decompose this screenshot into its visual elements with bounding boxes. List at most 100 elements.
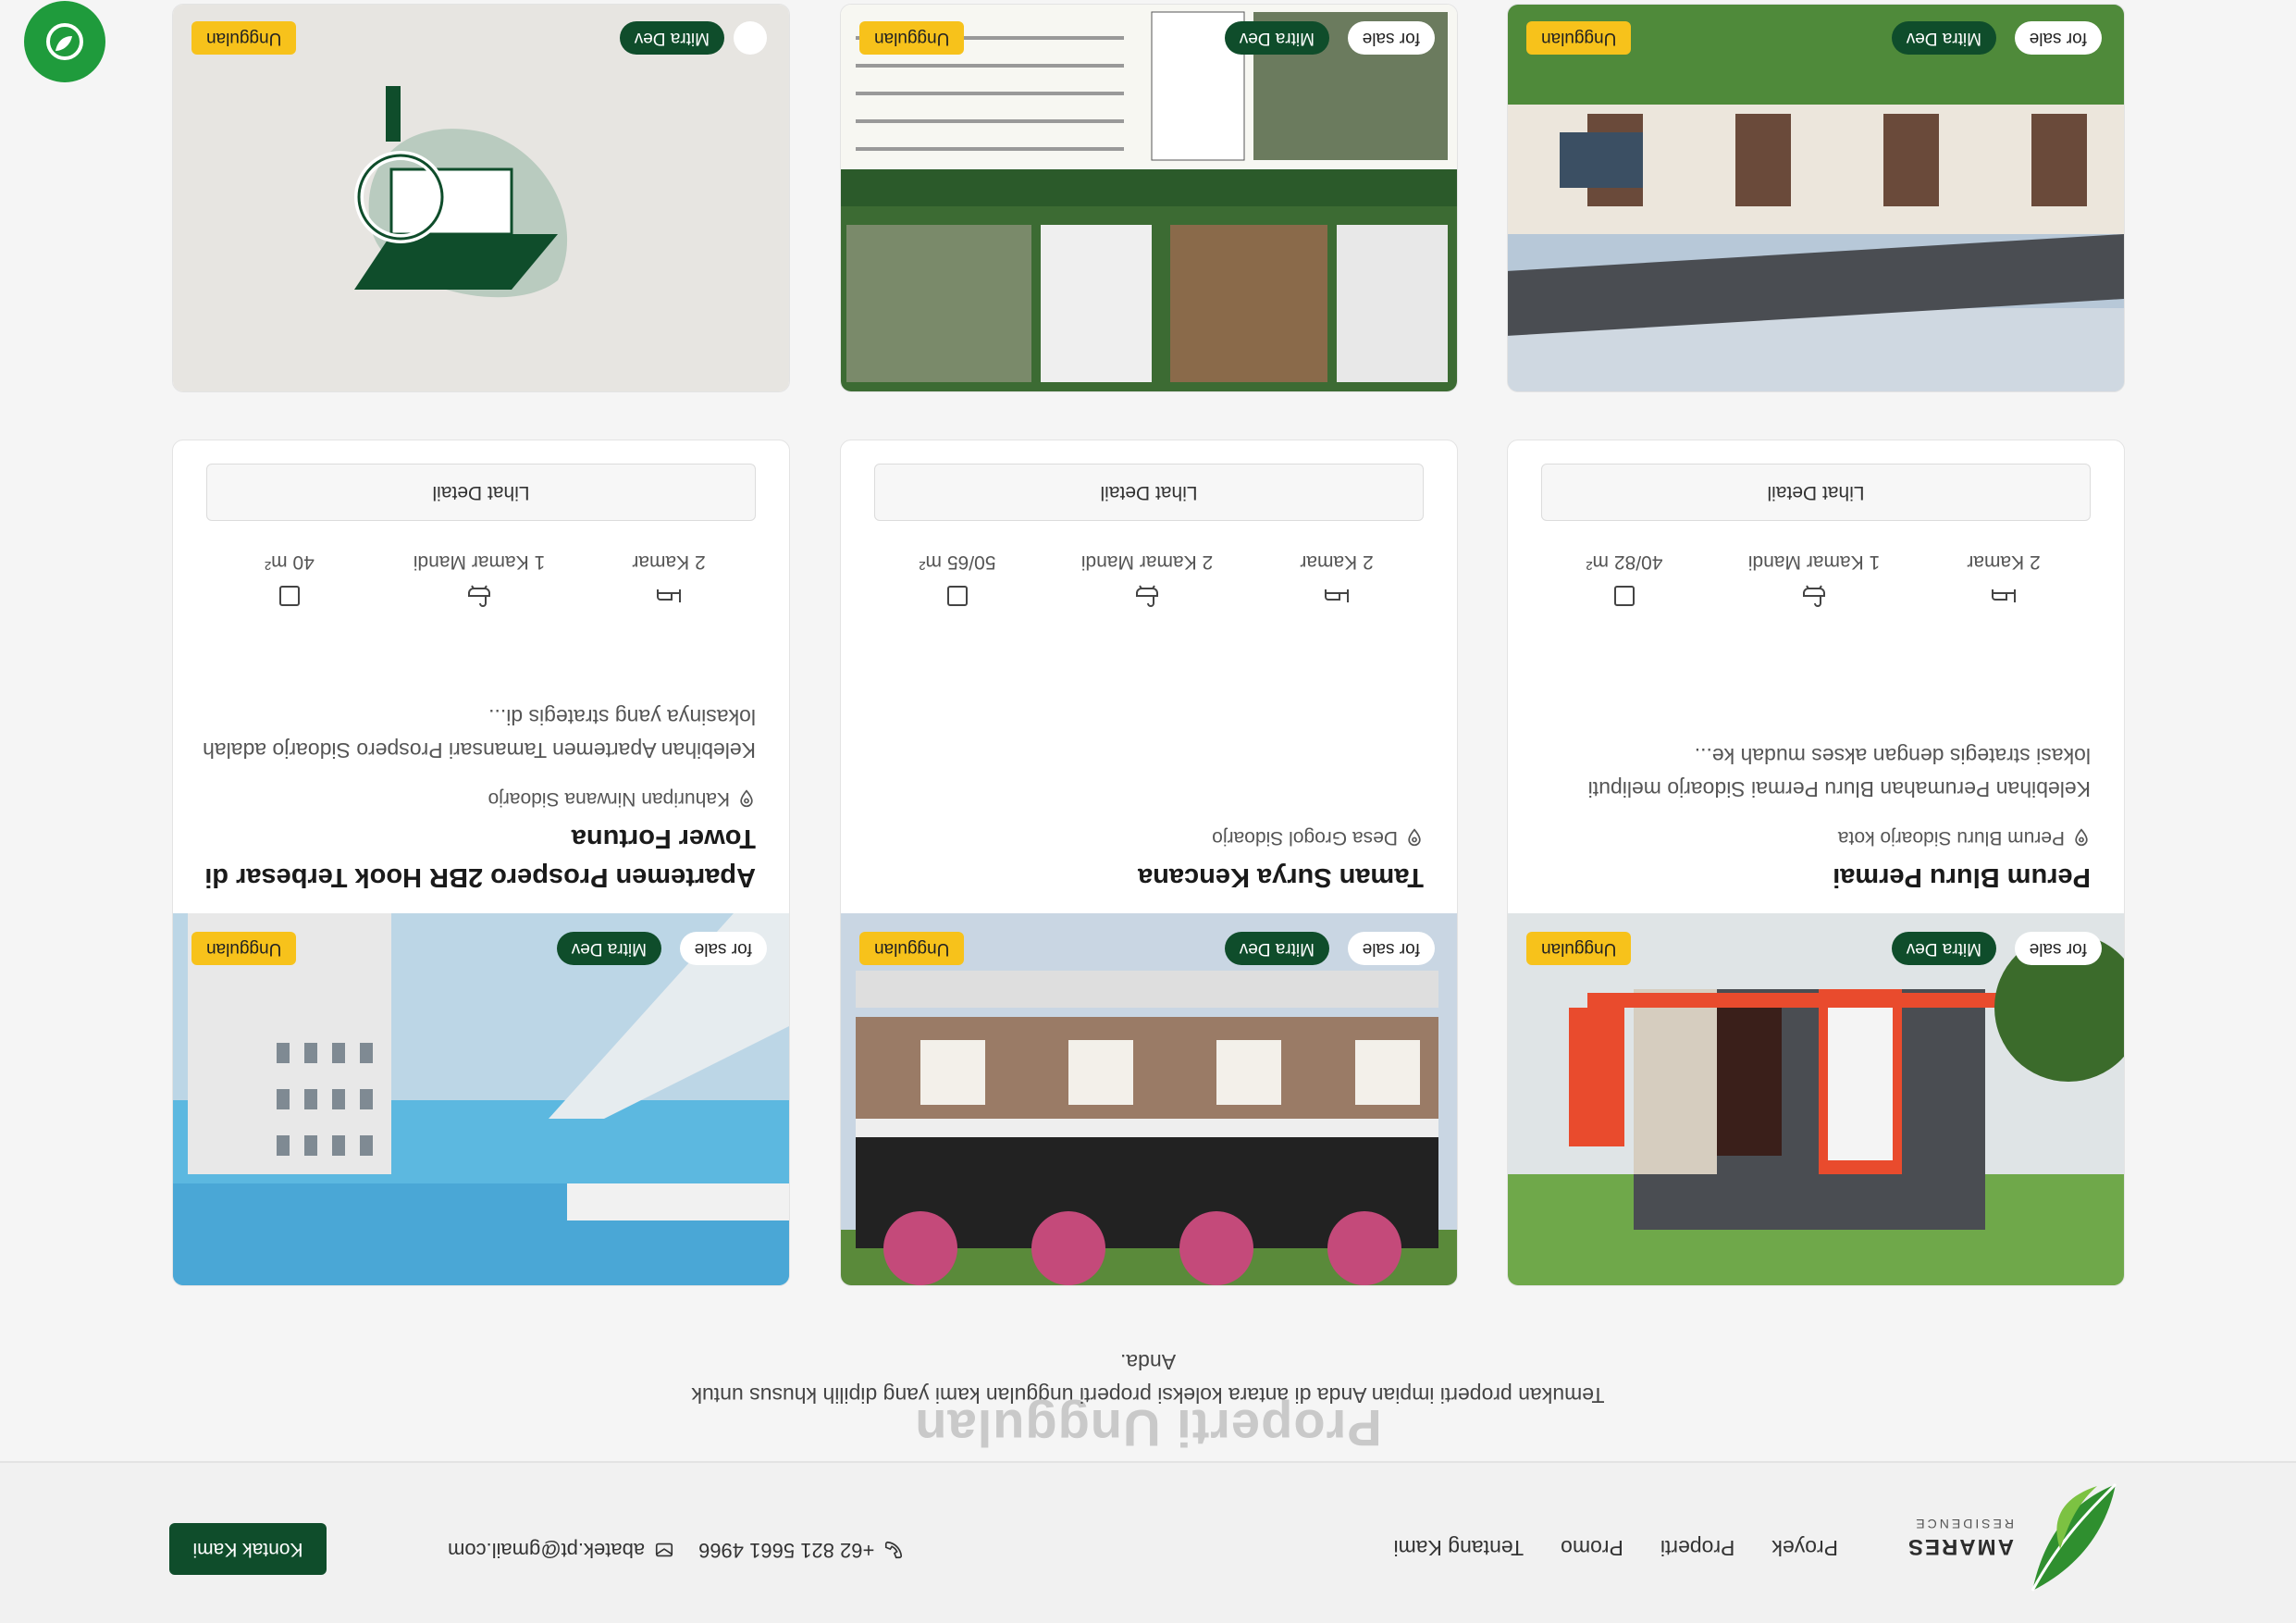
nav-tentang-kami[interactable]: Tentang Kami [1393, 1535, 1524, 1560]
house-photo [1507, 913, 2124, 1285]
bathrooms-text: 1 Kamar Mandi [413, 551, 546, 573]
logo-name: AMARES [1906, 1534, 2014, 1559]
property-title[interactable]: Taman Surya Kencana [869, 858, 1424, 897]
brand-logo[interactable]: AMARES RESIDENCE [1907, 1475, 2125, 1595]
mitra-dev-badge: Mitra Dev [1891, 932, 1996, 965]
for-sale-badge: for sale [679, 932, 767, 965]
property-location: Desa Grogol Sidoarjo [869, 826, 1424, 849]
bed-icon [1325, 589, 1349, 602]
house-photo [840, 913, 1457, 1285]
area-square-icon [1614, 586, 1635, 606]
phone-contact[interactable]: +62 821 5661 4966 [698, 1538, 904, 1562]
contact-info: +62 821 5661 4966 abatek.pt@gmail.com [448, 1538, 904, 1562]
property-specs: 2 Kamar 2 Kamar Mandi 50/65 m² [865, 551, 1429, 610]
map-pin-icon [2075, 828, 2088, 847]
for-sale-badge: for sale [2014, 932, 2102, 965]
bed-icon [1992, 589, 2016, 602]
section-subtitle: Temukan properti impian Anda di antara k… [691, 1350, 1605, 1407]
unggulan-badge: Unggulan [1526, 932, 1632, 965]
spec-bathrooms: 1 Kamar Mandi [1722, 551, 1907, 610]
bathrooms-text: 2 Kamar Mandi [1080, 551, 1214, 573]
mitra-dev-badge: Mitra Dev [556, 932, 661, 965]
property-location: Perum Bluru Sidoarjo kota [1536, 826, 2091, 849]
logo-sub: RESIDENCE [1913, 1517, 2014, 1531]
brochure-image [840, 4, 1457, 391]
bed-icon [657, 589, 681, 602]
area-text: 40 m² [265, 551, 315, 573]
location-text: Perum Bluru Sidoarjo kota [1837, 827, 2065, 849]
bath-icon [1136, 585, 1158, 607]
property-title[interactable]: Apartemen Prospero 2BR Hook Terbesar di … [201, 819, 756, 897]
property-card[interactable]: for sale Mitra Dev Unggulan Apartemen Pr… [172, 440, 790, 1286]
nav-promo[interactable]: Promo [1561, 1535, 1623, 1560]
card-body: Apartemen Prospero 2BR Hook Terbesar di … [201, 700, 756, 897]
house-row-photo [1507, 4, 2124, 391]
property-card-partial[interactable]: Mitra Dev Unggulan [172, 4, 790, 392]
location-text: Desa Grogol Sidoarjo [1212, 827, 1398, 849]
bath-icon [1803, 585, 1825, 607]
property-specs: 2 Kamar 1 Kamar Mandi 40/82 m² [1532, 551, 2096, 610]
for-sale-badge: for sale [1347, 21, 1435, 55]
email-contact[interactable]: abatek.pt@gmail.com [448, 1538, 674, 1562]
spec-bathrooms: 2 Kamar Mandi [1055, 551, 1240, 610]
property-image[interactable]: for sale Mitra Dev Unggulan [840, 4, 1457, 391]
property-image[interactable]: for sale Mitra Dev Unggulan [172, 913, 789, 1285]
property-location: Kahuripan Nirwana Sidoarjo [201, 787, 756, 810]
unggulan-badge: Unggulan [859, 932, 965, 965]
logo-text: AMARES RESIDENCE [1906, 1513, 2014, 1559]
area-square-icon [947, 586, 968, 606]
email-text: abatek.pt@gmail.com [448, 1539, 646, 1562]
spec-area: 50/65 m² [865, 551, 1050, 610]
bedrooms-text: 2 Kamar [1300, 551, 1374, 573]
property-card[interactable]: for sale Mitra Dev Unggulan Perum Bluru … [1507, 440, 2125, 1286]
nav-proyek[interactable]: Proyek [1771, 1535, 1838, 1560]
view-detail-button[interactable]: Lihat Detail [1541, 464, 2091, 521]
main-nav: Proyek Properti Promo Tentang Kami [1393, 1535, 1838, 1560]
property-card[interactable]: for sale Mitra Dev Unggulan Taman Surya … [840, 440, 1458, 1286]
bedrooms-text: 2 Kamar [632, 551, 706, 573]
circle-badge [734, 21, 767, 55]
property-image[interactable]: for sale Mitra Dev Unggulan [1507, 913, 2124, 1285]
property-image[interactable]: for sale Mitra Dev Unggulan [1507, 4, 2124, 391]
floating-chat-button[interactable] [24, 1, 105, 82]
map-pin-icon [740, 789, 753, 808]
area-text: 50/65 m² [919, 551, 996, 573]
mitra-dev-badge: Mitra Dev [1224, 932, 1329, 965]
bedrooms-text: 2 Kamar [1967, 551, 2041, 573]
mail-icon [656, 1542, 673, 1557]
location-text: Kahuripan Nirwana Sidoarjo [488, 788, 731, 810]
spec-bedrooms: 2 Kamar [576, 551, 761, 610]
page-stage: AMARES RESIDENCE Proyek Properti Promo T… [0, 0, 2296, 1623]
property-description: Kelebihan Apartemen Tamansari Prospero S… [203, 705, 756, 762]
for-sale-badge: for sale [1347, 932, 1435, 965]
phone-icon [885, 1541, 903, 1559]
area-square-icon [279, 586, 300, 606]
spec-area: 40 m² [197, 551, 382, 610]
card-body: Perum Bluru Permai Perum Bluru Sidoarjo … [1536, 739, 2091, 897]
spec-bedrooms: 2 Kamar [1244, 551, 1429, 610]
apartment-photo [172, 913, 789, 1285]
spec-area: 40/82 m² [1532, 551, 1717, 610]
property-image[interactable]: for sale Mitra Dev Unggulan [840, 913, 1457, 1285]
placeholder-illustration [172, 4, 789, 391]
leaf-logo-icon [2031, 1482, 2117, 1592]
mitra-dev-badge: Mitra Dev [1891, 21, 1996, 55]
nav-properti[interactable]: Properti [1660, 1535, 1735, 1560]
for-sale-badge: for sale [2014, 21, 2102, 55]
property-card-partial[interactable]: for sale Mitra Dev Unggulan [840, 4, 1458, 392]
property-card-partial[interactable]: for sale Mitra Dev Unggulan [1507, 4, 2125, 392]
site-header: AMARES RESIDENCE Proyek Properti Promo T… [0, 1461, 2296, 1623]
property-title[interactable]: Perum Bluru Permai [1536, 858, 2091, 897]
property-image[interactable]: Mitra Dev Unggulan [172, 4, 789, 391]
view-detail-button[interactable]: Lihat Detail [874, 464, 1424, 521]
mitra-dev-badge: Mitra Dev [619, 21, 724, 55]
contact-button[interactable]: Kontak Kami [169, 1523, 327, 1575]
bath-icon [468, 585, 490, 607]
view-detail-button[interactable]: Lihat Detail [206, 464, 756, 521]
unggulan-badge: Unggulan [859, 21, 965, 55]
bathrooms-text: 1 Kamar Mandi [1747, 551, 1881, 573]
unggulan-badge: Unggulan [191, 932, 297, 965]
mitra-dev-badge: Mitra Dev [1224, 21, 1329, 55]
spec-bathrooms: 1 Kamar Mandi [387, 551, 572, 610]
area-text: 40/82 m² [1586, 551, 1663, 573]
